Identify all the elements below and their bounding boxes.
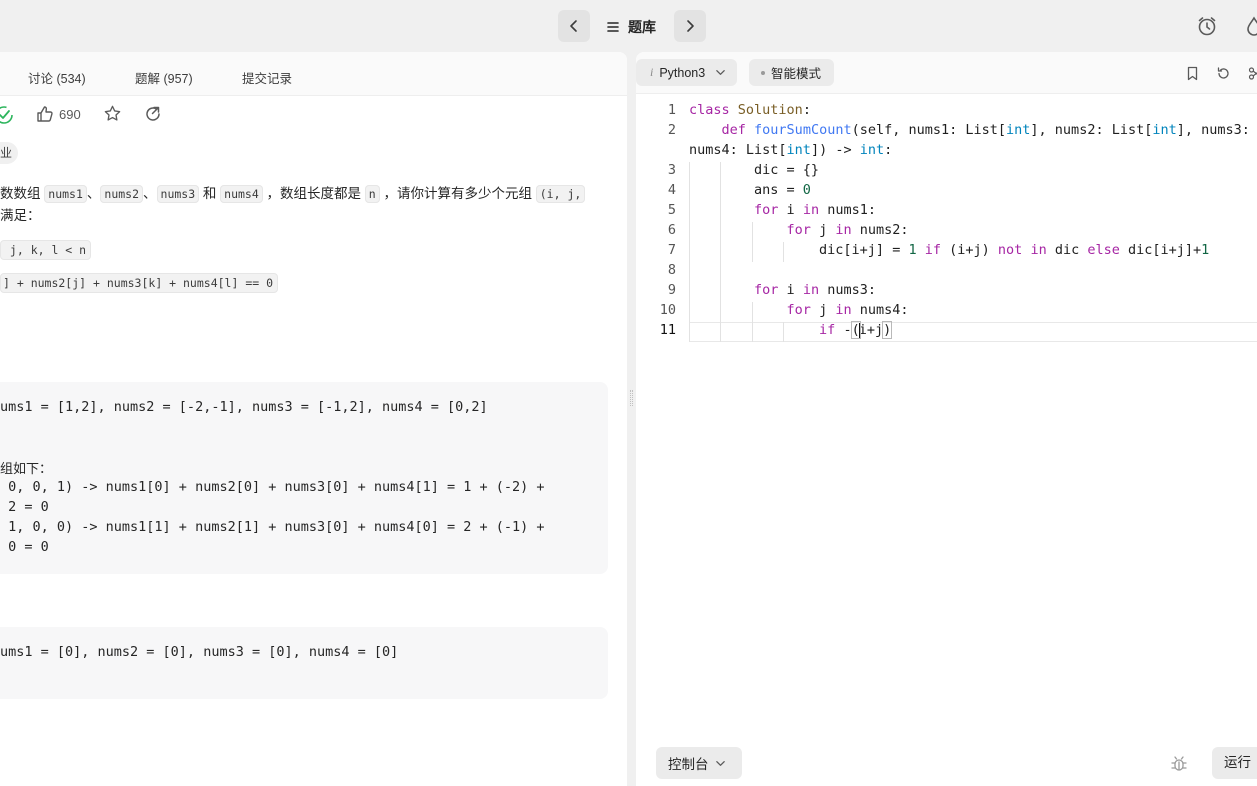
condition-sum-zero: ] + nums2[j] + nums3[k] + nums4[l] == 0 xyxy=(0,273,279,293)
console-toggle-button[interactable]: 控制台 xyxy=(656,747,742,779)
editor-toolbar: i Python3 智能模式 xyxy=(636,52,1257,94)
inline-code-nums1: nums1 xyxy=(44,185,87,203)
info-icon: i xyxy=(650,65,654,79)
code-line-10: for j in nums4: xyxy=(786,302,909,318)
next-problem-button[interactable] xyxy=(674,10,706,42)
problem-description-panel: 讨论 (534) 题解 (957) 提交记录 690 业 数数组 nums1、 n… xyxy=(0,52,627,786)
chevron-down-icon xyxy=(715,760,725,766)
desc-text: ，请你计算有多少个元组 xyxy=(379,186,536,201)
prev-problem-button[interactable] xyxy=(558,10,590,42)
inline-code-n: n xyxy=(364,185,380,203)
inline-code-nums3: nums3 xyxy=(156,185,200,203)
bookmark-icon[interactable] xyxy=(1185,66,1200,81)
desc-text: 数数组 xyxy=(0,186,45,201)
reset-icon[interactable] xyxy=(1216,66,1231,81)
top-bar: 题库 xyxy=(0,0,1257,52)
language-label: Python3 xyxy=(659,65,706,80)
chevron-down-icon xyxy=(716,70,726,75)
alarm-clock-icon[interactable] xyxy=(1196,15,1218,37)
tab-solutions[interactable]: 题解 (957) xyxy=(135,68,193,87)
tab-discussion[interactable]: 讨论 (534) xyxy=(28,68,86,87)
example-1-input: ums1 = [1,2], nums2 = [-2,-1], nums3 = [… xyxy=(0,399,488,415)
line-number: 1 xyxy=(667,102,676,118)
line-number: 8 xyxy=(667,262,676,278)
mode-dot-icon xyxy=(761,70,765,75)
line-number: 2 xyxy=(667,122,676,138)
inline-code-tuple: (i, j, xyxy=(535,185,586,203)
line-number: 3 xyxy=(667,162,676,178)
example-1-explain-head: 组如下： xyxy=(0,461,53,476)
inline-code-nums4: nums4 xyxy=(220,185,263,203)
code-area[interactable]: 1 2 3 4 5 6 7 8 9 10 11 class Solution: … xyxy=(636,102,1257,722)
example-1-block: ums1 = [1,2], nums2 = [-2,-1], nums3 = [… xyxy=(0,382,608,574)
share-icon[interactable] xyxy=(144,105,162,123)
scissors-icon[interactable] xyxy=(1248,66,1257,81)
desc-text: ，数组长度都是 xyxy=(262,186,365,201)
thumbs-up-icon[interactable] xyxy=(36,105,54,123)
example-1-explain-line: 0, 0, 1) -> nums1[0] + nums2[0] + nums3[… xyxy=(0,479,545,495)
drop-icon[interactable] xyxy=(1243,15,1257,37)
language-select[interactable]: i Python3 xyxy=(636,59,737,86)
text-cursor xyxy=(858,322,860,338)
code-line-9: for i in nums3: xyxy=(754,282,876,298)
description-line-2: 满足： xyxy=(0,208,41,223)
code-line-3: dic = {} xyxy=(689,162,820,178)
chevron-right-icon xyxy=(687,20,694,32)
code-line-7: dic[i+j] = 1 if (i+j) not in dic else di… xyxy=(689,242,1210,258)
code-line-11: if -(i+j) xyxy=(819,321,893,339)
tab-submissions[interactable]: 提交记录 xyxy=(242,68,292,87)
code-line-5: for i in nums1: xyxy=(754,202,876,218)
code-line-2: def fourSumCount(self, nums1: List[int],… xyxy=(721,122,1250,138)
line-number-active: 11 xyxy=(659,322,676,338)
code-line-4: ans = 0 xyxy=(689,182,811,198)
problem-tabs: 讨论 (534) 题解 (957) 提交记录 xyxy=(0,52,627,96)
condition-index-range: j, k, l < n xyxy=(0,240,92,260)
panel-resize-handle[interactable] xyxy=(630,390,633,406)
star-icon[interactable] xyxy=(103,104,122,123)
chevron-left-icon xyxy=(570,20,577,32)
inline-code-nums2: nums2 xyxy=(100,185,144,203)
list-icon xyxy=(607,22,619,32)
debug-bug-icon[interactable] xyxy=(1169,754,1189,774)
line-number: 5 xyxy=(667,202,676,218)
solved-check-icon xyxy=(0,106,13,124)
run-button[interactable]: 运行 xyxy=(1212,747,1257,779)
code-line-1: class Solution: xyxy=(689,102,811,118)
desc-text: 和 xyxy=(199,186,221,201)
desc-text: 、 xyxy=(143,186,157,201)
example-2-input: ums1 = [0], nums2 = [0], nums3 = [0], nu… xyxy=(0,644,399,660)
mode-label: 智能模式 xyxy=(771,67,822,81)
line-number: 10 xyxy=(659,302,676,318)
example-1-explain-line: 0 = 0 xyxy=(0,539,49,555)
console-label: 控制台 xyxy=(668,757,709,772)
smart-mode-button[interactable]: 智能模式 xyxy=(749,59,834,86)
code-line-2-wrap: nums4: List[int]) -> int: xyxy=(689,142,893,158)
topic-tag[interactable]: 业 xyxy=(0,142,19,164)
line-number: 4 xyxy=(667,182,676,198)
line-number: 6 xyxy=(667,222,676,238)
problem-list-label: 题库 xyxy=(628,19,656,35)
code-line-6: for j in nums2: xyxy=(786,222,909,238)
description-line-1: 数数组 nums1、 nums2、 nums3 和 nums4 ，数组长度都是 n … xyxy=(0,182,586,203)
problem-list-button[interactable]: 题库 xyxy=(606,16,656,38)
like-count: 690 xyxy=(59,107,81,122)
line-number: 9 xyxy=(667,282,676,298)
line-number: 7 xyxy=(667,242,676,258)
example-1-explain-line: 1, 0, 0) -> nums1[1] + nums2[1] + nums3[… xyxy=(0,519,545,535)
desc-text: 、 xyxy=(86,186,101,201)
example-2-block: ums1 = [0], nums2 = [0], nums3 = [0], nu… xyxy=(0,627,608,699)
code-editor-panel: i Python3 智能模式 1 2 3 4 5 6 7 8 9 10 11 c… xyxy=(636,52,1257,786)
example-1-explain-line: 2 = 0 xyxy=(0,499,49,515)
